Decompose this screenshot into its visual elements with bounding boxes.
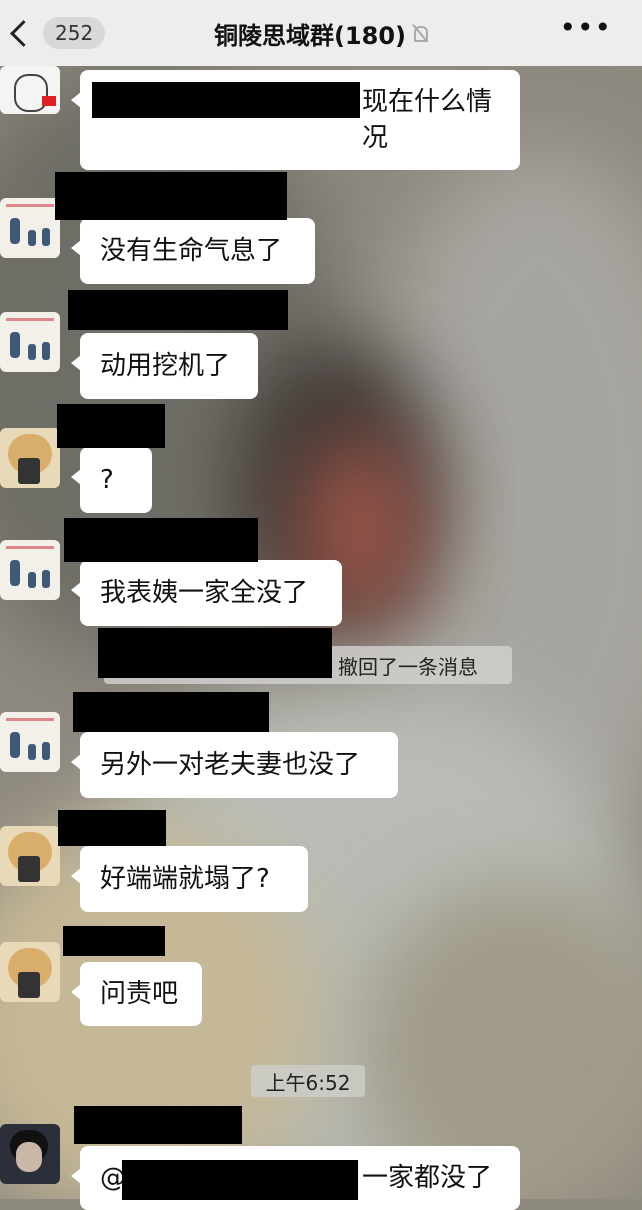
message-bubble[interactable]: 好端端就塌了?	[71, 846, 308, 912]
redacted-mention-name	[122, 1160, 358, 1200]
chevron-left-icon	[10, 19, 37, 47]
figures-avatar[interactable]	[0, 540, 60, 600]
message-bubble[interactable]: 我表姨一家全没了	[71, 560, 342, 626]
mute-bell-icon	[412, 24, 429, 42]
redacted-sender-name	[55, 172, 287, 220]
redacted-sender-name	[64, 518, 258, 562]
message-bubble[interactable]: ?	[71, 447, 152, 513]
message-bubble[interactable]: 另外一对老夫妻也没了	[71, 732, 398, 798]
china-flag-icon	[42, 96, 56, 106]
figures-avatar[interactable]	[0, 312, 60, 372]
figures-avatar[interactable]	[0, 712, 60, 772]
redacted-sender-name	[74, 1106, 242, 1144]
redacted-sender-name	[63, 926, 165, 956]
chat-header: 铜陵思域群(180) 252 •••	[0, 0, 642, 66]
person-avatar[interactable]	[0, 1124, 60, 1184]
redacted-text	[92, 82, 360, 118]
sketch-avatar[interactable]	[0, 66, 60, 114]
dog-avatar[interactable]	[0, 428, 60, 488]
message-bubble[interactable]: 动用挖机了	[71, 333, 258, 399]
redacted-sender-name	[98, 628, 332, 678]
redacted-sender-name	[73, 692, 269, 732]
figures-avatar[interactable]	[0, 198, 60, 258]
redacted-sender-name	[68, 290, 288, 330]
redacted-sender-name	[58, 810, 166, 846]
message-bubble[interactable]: 问责吧	[71, 962, 202, 1026]
message-bubble[interactable]: 没有生命气息了	[71, 218, 315, 284]
redacted-sender-name	[57, 404, 165, 448]
dog-avatar[interactable]	[0, 826, 60, 886]
more-options-button[interactable]: •••	[559, 14, 612, 42]
dog-avatar[interactable]	[0, 942, 60, 1002]
unread-count-badge: 252	[43, 17, 106, 49]
time-separator: 上午6:52	[251, 1065, 365, 1097]
back-button[interactable]: 252	[0, 0, 106, 66]
